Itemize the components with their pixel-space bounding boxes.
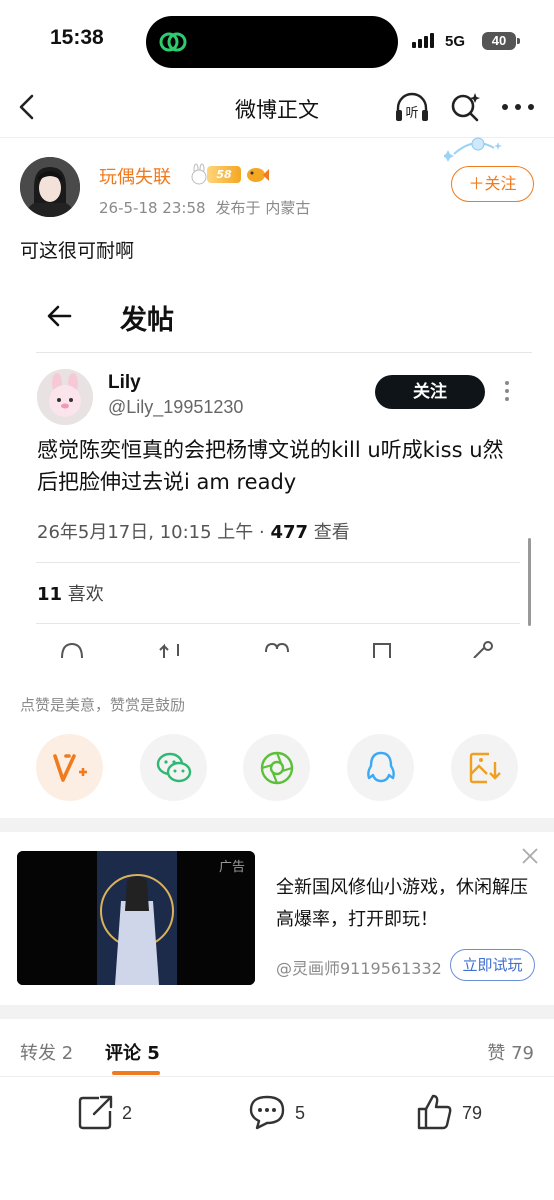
embedded-image[interactable]: 发帖 Lily @Lily_19951230 关注 感觉陈奕恒真的会把杨博文说的… (20, 282, 534, 658)
post-meta: 26-5-18 23:58 发布于 内蒙古 (99, 197, 310, 218)
like-count: 79 (462, 1103, 483, 1123)
embed-follow-button: 关注 (375, 375, 485, 409)
embed-retweet-icon (159, 643, 179, 658)
section-divider (0, 1005, 554, 1019)
qq-icon (367, 751, 395, 783)
embed-divider (36, 562, 520, 563)
follow-button[interactable]: ＋关注 (451, 166, 534, 202)
embed-divider (36, 623, 520, 624)
network-type: 5G (445, 33, 466, 50)
embed-reply-icon (61, 642, 83, 658)
save-image-icon (469, 752, 501, 784)
embed-date-line: 26年5月17日, 10:15 上午 · 477 查看 (37, 518, 350, 544)
embed-user-name: Lily (108, 372, 141, 393)
embed-user-handle: @Lily_19951230 (108, 397, 244, 417)
reward-hint-text: 点赞是美意，赞赏是鼓励 (20, 696, 186, 714)
dynamic-island (146, 16, 398, 68)
battery-tip (517, 38, 520, 44)
active-tab-indicator (112, 1071, 160, 1075)
moments-icon (260, 751, 294, 785)
tab-comment[interactable]: 评论 5 (105, 1039, 160, 1065)
fish-badge-icon (247, 168, 269, 182)
save-image-button[interactable] (451, 734, 518, 801)
ad-image[interactable]: 广告 (17, 851, 255, 985)
share-count: 2 (122, 1103, 133, 1123)
embed-likes-line: 11 喜欢 (37, 580, 104, 606)
comment-count: 5 (295, 1103, 306, 1123)
section-divider (0, 818, 554, 832)
comment-icon (249, 1095, 285, 1130)
share-action[interactable]: 2 (77, 1093, 147, 1133)
embed-likes-count: 11 (37, 584, 63, 605)
wechat-icon (156, 752, 192, 783)
embed-like-icon (265, 642, 289, 653)
listen-button[interactable]: 听 (393, 90, 431, 124)
share-moments-button[interactable] (243, 734, 310, 801)
embed-scrollbar (528, 538, 531, 626)
signal-icon (412, 32, 434, 48)
reward-v-icon (53, 754, 87, 782)
post-text: 可这很可耐啊 (20, 240, 135, 262)
status-bar: 15:38 5G 40 (0, 0, 554, 80)
headphones-icon: 听 (396, 92, 428, 121)
embed-date: 26年5月17日, 10:15 上午 · (37, 522, 271, 543)
reward-button[interactable] (36, 734, 103, 801)
ad-tag: 广告 (218, 860, 245, 875)
close-icon[interactable] (520, 846, 540, 866)
embed-header-title: 发帖 (120, 305, 174, 336)
share-icon (78, 1095, 113, 1130)
more-icon[interactable] (500, 92, 536, 122)
ad-source: @灵画师9119561332 (276, 959, 442, 978)
embed-post-text: 感觉陈奕恒真的会把杨博文说的kill u听成kiss u然后把脸伸过去说i am… (37, 438, 504, 494)
battery-icon: 40 (482, 32, 516, 50)
tab-like[interactable]: 赞 79 (487, 1039, 534, 1065)
embed-share-icon (473, 641, 493, 658)
thumbs-up-icon (417, 1094, 452, 1130)
comment-action[interactable]: 5 (248, 1093, 318, 1133)
share-qq-button[interactable] (347, 734, 414, 801)
tab-repost[interactable]: 转发 2 (20, 1039, 73, 1065)
embed-more-icon (505, 381, 509, 401)
app-link-icon (159, 32, 187, 52)
ad-description[interactable]: 全新国风修仙小游戏，休闲解压高爆率，打开即玩！ (276, 872, 534, 936)
level-badge: 58 (207, 166, 241, 183)
sparkle-decoration-icon (444, 137, 502, 162)
post-date: 26-5-18 23:58 (99, 199, 206, 217)
status-time: 15:38 (50, 26, 104, 49)
embed-divider (36, 352, 532, 353)
embed-action-row (20, 638, 534, 658)
embed-likes-label: 喜欢 (62, 584, 104, 605)
search-icon[interactable] (448, 90, 482, 124)
listen-label: 听 (405, 106, 418, 121)
embed-views-count: 477 (270, 522, 309, 543)
embed-views-label: 查看 (308, 522, 350, 543)
embed-user-avatar (37, 369, 93, 425)
post-location: 发布于 内蒙古 (215, 199, 311, 217)
nav-bar: 微博正文 听 (0, 80, 554, 138)
embed-back-arrow-icon (47, 305, 72, 327)
embed-bookmark-icon (373, 643, 391, 658)
ad-try-button[interactable]: 立即试玩 (450, 949, 535, 981)
author-name[interactable]: 玩偶失联 (99, 163, 171, 189)
author-avatar[interactable] (20, 157, 80, 217)
like-action[interactable]: 79 (416, 1093, 496, 1133)
share-wechat-button[interactable] (140, 734, 207, 801)
post-tabs: 转发 2 评论 5 赞 79 (0, 1019, 554, 1077)
